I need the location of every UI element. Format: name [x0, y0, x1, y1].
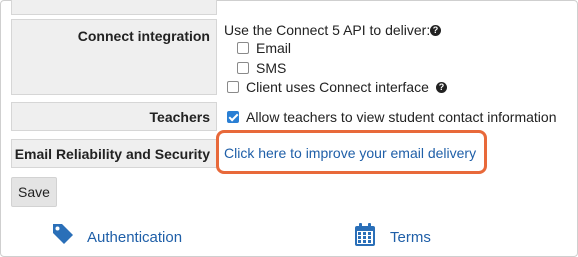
calendar-icon [355, 223, 375, 246]
terms-label: Terms [390, 229, 431, 246]
teachers-label: Teachers [11, 102, 217, 131]
help-icon[interactable]: ? [430, 25, 441, 36]
cropped-row-label [11, 0, 217, 15]
help-icon[interactable]: ? [436, 82, 447, 93]
teachers-label-text: Teachers [149, 109, 210, 125]
sms-option-label: SMS [256, 60, 287, 76]
email-checkbox[interactable] [237, 42, 249, 54]
tag-icon [53, 224, 73, 244]
allow-teachers-checkbox[interactable] [227, 111, 239, 123]
save-button[interactable]: Save [11, 177, 57, 207]
sms-checkbox[interactable] [237, 62, 249, 74]
email-reliability-label: Email Reliability and Security [11, 139, 217, 168]
connect-integration-label: Connect integration [11, 19, 217, 95]
client-interface-checkbox[interactable] [227, 81, 239, 93]
connect-api-text: Use the Connect 5 API to deliver: [224, 22, 431, 38]
authentication-label: Authentication [87, 229, 183, 246]
email-reliability-label-text: Email Reliability and Security [14, 146, 210, 162]
email-option-label: Email [256, 40, 292, 56]
allow-teachers-label: Allow teachers to view student contact i… [246, 109, 557, 125]
client-interface-label: Client uses Connect interface [246, 79, 429, 95]
connect-integration-label-text: Connect integration [77, 28, 210, 44]
improve-email-delivery-link[interactable]: Click here to improve your email deliver… [224, 145, 476, 161]
